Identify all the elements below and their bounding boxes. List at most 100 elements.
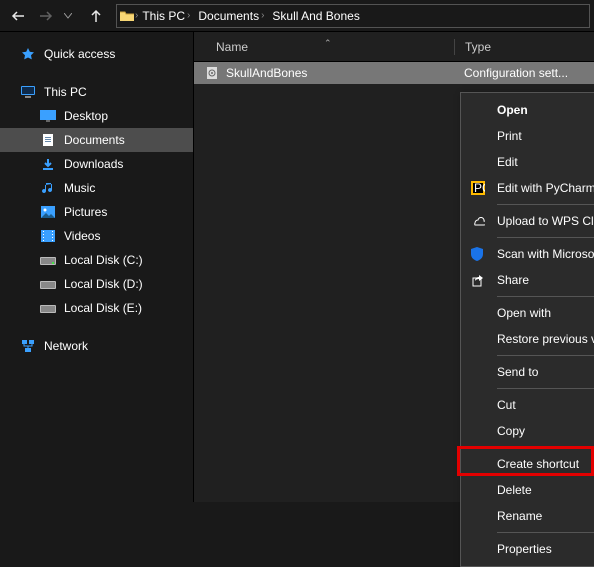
ctx-restore[interactable]: Restore previous versions <box>463 326 594 352</box>
navigation-sidebar: Quick access This PC Desktop Documents D… <box>0 32 194 502</box>
ctx-separator <box>497 296 594 297</box>
sidebar-item-documents[interactable]: Documents <box>0 128 193 152</box>
sidebar-quick-access[interactable]: Quick access <box>0 42 193 66</box>
disk-icon <box>40 276 56 292</box>
up-button[interactable] <box>82 2 110 30</box>
sidebar-item-disk-e[interactable]: Local Disk (E:) <box>0 296 193 320</box>
ctx-label: Print <box>497 129 522 143</box>
ctx-label: Upload to WPS Cloud <box>497 214 594 228</box>
sidebar-label: Documents <box>64 133 125 147</box>
breadcrumb-label: This PC <box>142 9 185 23</box>
ctx-label: Edit <box>497 155 518 169</box>
videos-icon <box>40 228 56 244</box>
breadcrumb-skull-and-bones[interactable]: Skull And Bones <box>268 5 363 27</box>
sidebar-item-disk-c[interactable]: Local Disk (C:) <box>0 248 193 272</box>
ctx-separator <box>497 447 594 448</box>
file-list-area: Name ⌃ Type SkullAndBones Configuration … <box>194 32 594 502</box>
sidebar-label: Desktop <box>64 109 108 123</box>
recent-locations-button[interactable] <box>54 2 82 30</box>
ctx-label: Delete <box>497 483 532 497</box>
ctx-print[interactable]: Print <box>463 123 594 149</box>
star-icon <box>20 46 36 62</box>
sidebar-item-pictures[interactable]: Pictures <box>0 200 193 224</box>
ctx-label: Properties <box>497 542 552 556</box>
ctx-label: Restore previous versions <box>497 332 594 346</box>
sidebar-item-downloads[interactable]: Downloads <box>0 152 193 176</box>
sidebar-item-desktop[interactable]: Desktop <box>0 104 193 128</box>
pictures-icon <box>40 204 56 220</box>
ctx-label: Scan with Microsoft Defender... <box>497 247 594 261</box>
sidebar-label: Pictures <box>64 205 107 219</box>
pc-icon <box>20 84 36 100</box>
ctx-edit[interactable]: Edit <box>463 149 594 175</box>
sidebar-label: Network <box>44 339 88 353</box>
sidebar-item-disk-d[interactable]: Local Disk (D:) <box>0 272 193 296</box>
ctx-separator <box>497 532 594 533</box>
ctx-label: Open <box>497 103 528 117</box>
column-label: Name <box>216 40 248 54</box>
column-headers: Name ⌃ Type <box>194 32 594 62</box>
sidebar-label: Local Disk (E:) <box>64 301 142 315</box>
folder-icon <box>119 8 135 24</box>
ctx-wps[interactable]: Upload to WPS Cloud <box>463 208 594 234</box>
ctx-send-to[interactable]: Send to› <box>463 359 594 385</box>
ctx-separator <box>497 204 594 205</box>
ctx-share[interactable]: Share <box>463 267 594 293</box>
file-row[interactable]: SkullAndBones Configuration sett... <box>194 62 594 84</box>
sidebar-label: Local Disk (D:) <box>64 277 143 291</box>
sidebar-label: Music <box>64 181 95 195</box>
file-name: SkullAndBones <box>226 66 307 80</box>
navigation-toolbar: › This PC› Documents› Skull And Bones <box>0 0 594 32</box>
desktop-icon <box>40 108 56 124</box>
sidebar-item-videos[interactable]: Videos <box>0 224 193 248</box>
disk-icon <box>40 252 56 268</box>
ctx-create-shortcut[interactable]: Create shortcut <box>463 451 594 477</box>
documents-icon <box>40 132 56 148</box>
ctx-delete[interactable]: Delete <box>463 477 594 503</box>
column-header-name[interactable]: Name ⌃ <box>194 40 454 54</box>
ctx-pycharm[interactable]: PC Edit with PyCharm Community Edition <box>463 175 594 201</box>
file-type: Configuration sett... <box>464 66 568 80</box>
main-area: Quick access This PC Desktop Documents D… <box>0 32 594 502</box>
shield-icon <box>471 247 489 261</box>
ctx-label: Create shortcut <box>497 457 579 471</box>
ctx-label: Cut <box>497 398 516 412</box>
pycharm-icon: PC <box>471 181 489 195</box>
ctx-label: Edit with PyCharm Community Edition <box>497 181 594 195</box>
breadcrumb-label: Documents <box>198 9 259 23</box>
breadcrumb-label: Skull And Bones <box>272 9 359 23</box>
address-bar[interactable]: › This PC› Documents› Skull And Bones <box>116 4 590 28</box>
breadcrumb-documents[interactable]: Documents› <box>194 5 268 27</box>
column-header-type[interactable]: Type <box>455 40 491 54</box>
sidebar-label: Downloads <box>64 157 123 171</box>
ctx-rename[interactable]: Rename <box>463 503 594 529</box>
ctx-label: Copy <box>497 424 525 438</box>
ctx-open[interactable]: Open <box>463 97 594 123</box>
sidebar-network[interactable]: Network <box>0 334 193 358</box>
sort-indicator-icon: ⌃ <box>324 38 332 49</box>
network-icon <box>20 338 36 354</box>
music-icon <box>40 180 56 196</box>
sidebar-label: This PC <box>44 85 87 99</box>
sidebar-label: Videos <box>64 229 100 243</box>
ctx-properties[interactable]: Properties <box>463 536 594 562</box>
downloads-icon <box>40 156 56 172</box>
svg-text:PC: PC <box>474 181 485 195</box>
context-menu: Open Print Edit PC Edit with PyCharm Comm… <box>460 92 594 567</box>
ctx-label: Open with <box>497 306 551 320</box>
ctx-separator <box>497 355 594 356</box>
ctx-defender[interactable]: Scan with Microsoft Defender... <box>463 241 594 267</box>
ctx-separator <box>497 388 594 389</box>
ctx-open-with[interactable]: Open with› <box>463 300 594 326</box>
ctx-separator <box>497 237 594 238</box>
ctx-copy[interactable]: Copy <box>463 418 594 444</box>
breadcrumb-this-pc[interactable]: This PC› <box>138 5 194 27</box>
disk-icon <box>40 300 56 316</box>
ctx-cut[interactable]: Cut <box>463 392 594 418</box>
cloud-upload-icon <box>471 215 489 227</box>
sidebar-label: Local Disk (C:) <box>64 253 143 267</box>
sidebar-this-pc[interactable]: This PC <box>0 80 193 104</box>
config-file-icon <box>204 65 220 81</box>
sidebar-item-music[interactable]: Music <box>0 176 193 200</box>
back-button[interactable] <box>4 2 32 30</box>
